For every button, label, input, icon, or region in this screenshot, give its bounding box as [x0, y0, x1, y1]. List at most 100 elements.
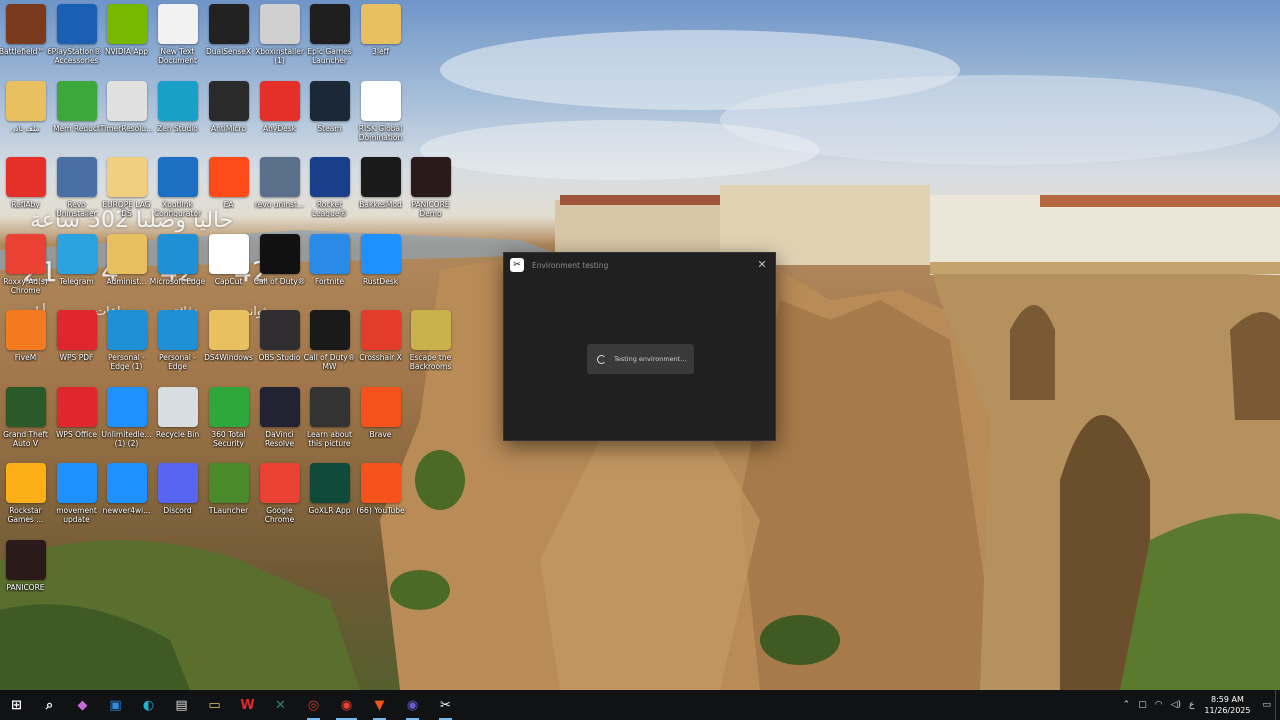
- desktop-icon[interactable]: Google Chrome: [254, 463, 305, 537]
- desktop-icon[interactable]: GoXLR App: [304, 463, 355, 537]
- desktop-icon-label: ReflAby: [11, 200, 40, 209]
- desktop-icon[interactable]: Microsoft Edge: [150, 234, 205, 308]
- desktop-icon[interactable]: TimerResolu...: [100, 81, 153, 155]
- taskbar-button[interactable]: ◉: [330, 690, 363, 720]
- desktop-icon[interactable]: Personal - Edge: [152, 310, 203, 384]
- desktop-icon[interactable]: Roxxy Ad(s) Chrome: [0, 234, 51, 308]
- loading-spinner-icon: [597, 354, 606, 364]
- desktop-icon[interactable]: Discord: [152, 463, 203, 537]
- desktop-icon[interactable]: PANICORE: [0, 540, 51, 614]
- desktop-icon[interactable]: ملف نادر: [0, 81, 51, 155]
- desktop-icon[interactable]: Battlefield™ 6: [0, 4, 52, 78]
- desktop-icon[interactable]: Rockstar Games ...: [0, 463, 51, 537]
- desktop-icon[interactable]: Xboxinstaller (1): [254, 4, 305, 78]
- desktop-icon[interactable]: movement update: [51, 463, 102, 537]
- desktop-icon[interactable]: RISK Global Domination: [355, 81, 406, 155]
- desktop-icon[interactable]: ReflAby: [0, 157, 51, 231]
- desktop-icon[interactable]: OBS Studio: [254, 310, 305, 384]
- desktop-icon[interactable]: Administ...: [101, 234, 152, 308]
- desktop-icon[interactable]: New Text Document: [152, 4, 203, 78]
- taskbar-button[interactable]: ▭: [198, 690, 231, 720]
- desktop-icon[interactable]: Call of Duty® MW: [304, 310, 355, 384]
- desktop-icon[interactable]: RustDesk: [355, 234, 406, 308]
- taskbar-button[interactable]: ✕: [264, 690, 297, 720]
- status-text: Testing environment...: [614, 355, 687, 363]
- status-box: Testing environment...: [587, 344, 694, 374]
- desktop-icon[interactable]: Rocket League®: [304, 157, 355, 231]
- desktop-icon[interactable]: (66) YouTube: [355, 463, 406, 537]
- tray-overflow-chevron-icon[interactable]: ⌃: [1119, 700, 1135, 710]
- brave-icon: [360, 463, 401, 503]
- show-desktop-button[interactable]: [1275, 690, 1280, 720]
- desktop-icon-label: EUROPE LAG DS: [102, 200, 151, 218]
- desktop-icon[interactable]: DS4Windows: [203, 310, 254, 384]
- desktop-icon[interactable]: Recycle Bin: [152, 387, 203, 461]
- desktop-icon[interactable]: WPS PDF: [51, 310, 102, 384]
- clock-icon: [106, 81, 147, 121]
- fortnite-icon: [309, 234, 350, 274]
- desktop-icon[interactable]: Grand Theft Auto V: [0, 387, 51, 461]
- taskbar-button[interactable]: ▤: [165, 690, 198, 720]
- taskbar-button[interactable]: ✂: [429, 690, 462, 720]
- desktop-icon[interactable]: Call of Duty®: [254, 234, 305, 308]
- desktop-icon-label: Xboxinstaller (1): [255, 47, 304, 65]
- desktop-icon[interactable]: NVIDIA App: [101, 4, 152, 78]
- desktop-icon[interactable]: revo uninst...: [254, 157, 305, 231]
- desktop-icon[interactable]: WPS Office: [51, 387, 102, 461]
- volume-icon[interactable]: ◁): [1167, 700, 1185, 710]
- desktop-icon[interactable]: 3leff: [355, 4, 406, 78]
- network-icon[interactable]: ▢: [1134, 700, 1151, 710]
- notifications-icon[interactable]: ▭: [1258, 700, 1275, 710]
- taskbar-button[interactable]: ◎: [297, 690, 330, 720]
- desktop-icon[interactable]: AnyDesk: [254, 81, 305, 155]
- desktop-icon[interactable]: Mem Reduct: [51, 81, 102, 155]
- desktop-icon[interactable]: EUROPE LAG DS: [101, 157, 152, 231]
- desktop-icon-label: TLauncher: [208, 506, 249, 515]
- close-button[interactable]: ✕: [755, 258, 769, 272]
- desktop-icon[interactable]: Fortnite: [304, 234, 355, 308]
- desktop-icon[interactable]: Brave: [355, 387, 406, 461]
- desktop-icon[interactable]: TLauncher: [203, 463, 254, 537]
- desktop-icon[interactable]: PlayStation® Accessories: [51, 4, 102, 78]
- desktop-icon[interactable]: PANICORE Demo: [405, 157, 456, 231]
- desktop-icon-label: movement update: [56, 506, 97, 524]
- desktop-icon[interactable]: newver4wi...: [101, 463, 152, 537]
- desktop-icon[interactable]: Telegram: [51, 234, 102, 308]
- taskbar-button[interactable]: ⊞: [0, 690, 33, 720]
- desktop-icon[interactable]: DualSenseX: [203, 4, 254, 78]
- desktop-icon[interactable]: EA: [203, 157, 254, 231]
- folder-icon: [5, 81, 46, 121]
- xbox-icon: [259, 4, 300, 44]
- desktop-icon[interactable]: Unlimitedle... (1) (2): [101, 387, 152, 461]
- desktop-icon[interactable]: DaVinci Resolve: [254, 387, 305, 461]
- desktop-icon[interactable]: Crosshair X: [355, 310, 406, 384]
- desktop-icon[interactable]: FiveM: [0, 310, 51, 384]
- dialog-titlebar[interactable]: ✂ Environment testing: [504, 253, 775, 277]
- desktop-icon[interactable]: CapCut: [203, 234, 254, 308]
- taskbar-button[interactable]: ⌕: [33, 690, 66, 720]
- desktop-icon[interactable]: Learn about this picture: [304, 387, 355, 461]
- wifi-icon[interactable]: ◠: [1151, 700, 1167, 710]
- desktop-icon[interactable]: Xoutlink Configurator: [152, 157, 203, 231]
- desktop-icon[interactable]: Escape the Backrooms: [405, 310, 456, 384]
- desktop-icon[interactable]: Steam: [304, 81, 355, 155]
- taskbar-button[interactable]: W: [231, 690, 264, 720]
- desktop-icon[interactable]: 360 Total Security: [203, 387, 254, 461]
- desktop-icon[interactable]: Personal - Edge (1): [101, 310, 152, 384]
- chrome-icon: [5, 234, 46, 274]
- desktop-icon[interactable]: Epic Games Launcher: [304, 4, 355, 78]
- desktop-icon[interactable]: AntiMicro: [203, 81, 254, 155]
- crosshair-icon: [360, 310, 401, 350]
- desktop-icon[interactable]: BakkesMod: [355, 157, 406, 231]
- taskbar-button[interactable]: ◐: [132, 690, 165, 720]
- taskbar-button[interactable]: ▣: [99, 690, 132, 720]
- taskbar-button[interactable]: ◉: [396, 690, 429, 720]
- taskbar-button[interactable]: ◆: [66, 690, 99, 720]
- input-language[interactable]: ع: [1185, 700, 1198, 710]
- desktop-icon[interactable]: Zen Studio: [152, 81, 203, 155]
- clock[interactable]: 8:59 AM 11/26/2025: [1198, 694, 1258, 716]
- desktop-icon-label: CapCut: [214, 277, 243, 286]
- desktop-icon-label: FiveM: [14, 353, 37, 362]
- desktop-icon[interactable]: Revo Uninstaller: [51, 157, 102, 231]
- taskbar-button[interactable]: ▼: [363, 690, 396, 720]
